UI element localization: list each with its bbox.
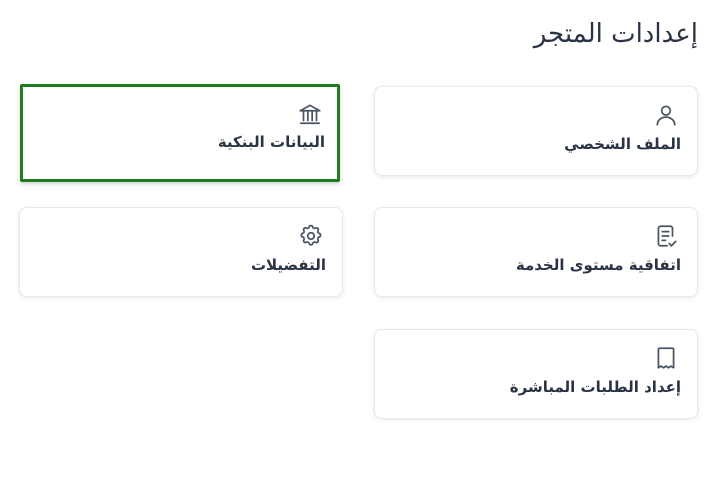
page-title: إعدادات المتجر xyxy=(533,19,698,49)
preferences-card-label: التفضيلات xyxy=(250,256,326,274)
service-level-agreement-card-label: اتفاقية مستوى الخدمة xyxy=(515,256,681,274)
gear-icon xyxy=(298,223,324,249)
bank-details-card[interactable]: البيانات البنكية xyxy=(20,84,340,182)
direct-orders-setup-card-label: إعداد الطلبات المباشرة xyxy=(509,378,681,396)
preferences-card[interactable]: التفضيلات xyxy=(19,207,343,297)
user-icon xyxy=(653,102,679,128)
profile-card-label: الملف الشخصي xyxy=(564,135,681,153)
receipt-icon xyxy=(653,345,679,371)
document-check-icon xyxy=(653,223,679,249)
bank-icon xyxy=(297,101,323,127)
bank-details-card-label: البيانات البنكية xyxy=(217,133,325,151)
service-level-agreement-card[interactable]: اتفاقية مستوى الخدمة xyxy=(374,207,698,297)
profile-card[interactable]: الملف الشخصي xyxy=(374,86,698,176)
direct-orders-setup-card[interactable]: إعداد الطلبات المباشرة xyxy=(374,329,698,419)
store-settings-page: إعدادات المتجر الملف الشخصي البيانات الب… xyxy=(0,0,726,481)
